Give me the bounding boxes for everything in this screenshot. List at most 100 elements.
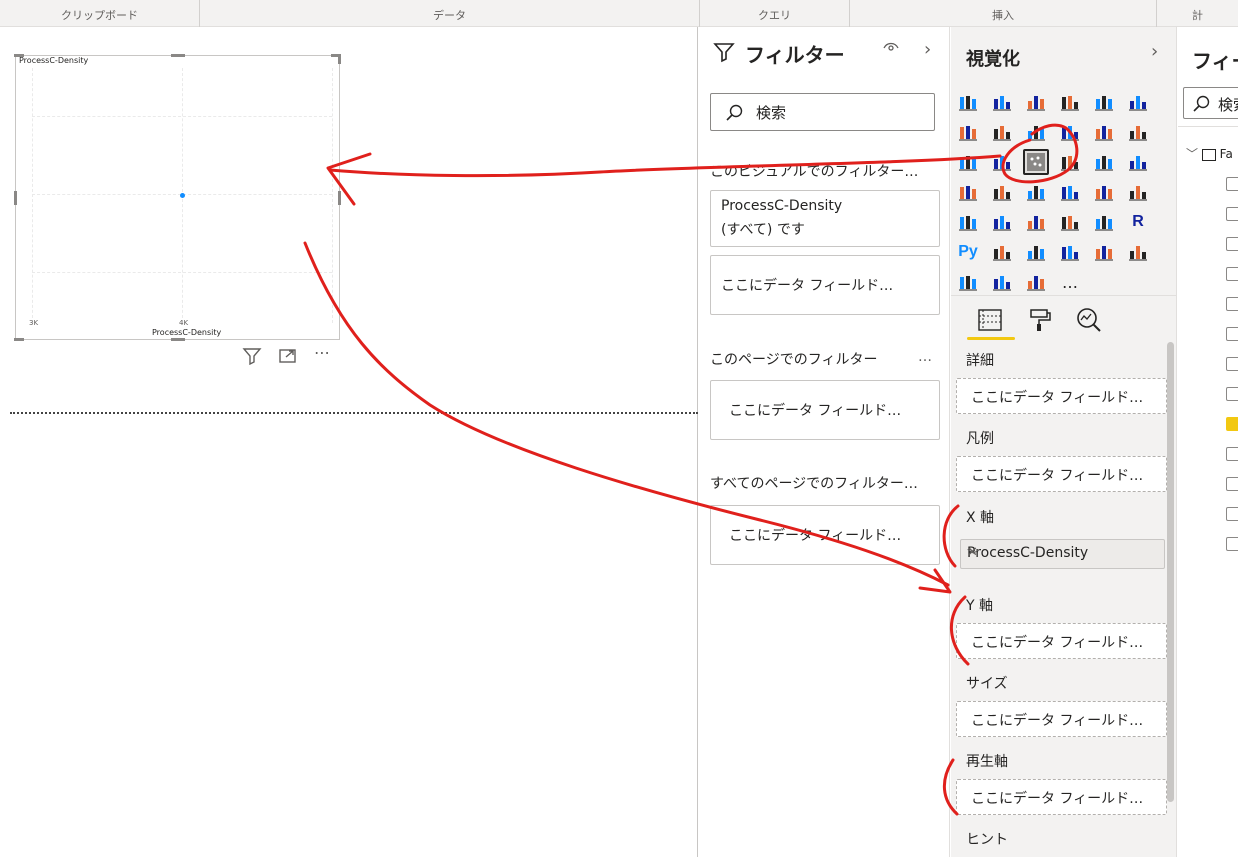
resize-handle-tl[interactable] <box>14 54 24 57</box>
ribbon-chart-icon[interactable] <box>1125 119 1151 145</box>
resize-handle-tr-v[interactable] <box>338 54 341 64</box>
field-checkbox[interactable] <box>1226 537 1238 551</box>
100-bar-icon[interactable] <box>1091 89 1117 115</box>
clustered-column-icon[interactable] <box>1057 89 1083 115</box>
well-legend[interactable]: ここにデータ フィールド… <box>956 456 1167 492</box>
area-chart-icon[interactable] <box>989 119 1015 145</box>
resize-handle-bl[interactable] <box>14 338 24 341</box>
field-checkbox[interactable] <box>1226 267 1238 281</box>
slicer-icon[interactable] <box>1023 209 1049 235</box>
decomposition-tree-icon[interactable] <box>1023 239 1049 265</box>
well-size[interactable]: ここにデータ フィールド… <box>956 701 1167 737</box>
field-checkbox-checked[interactable] <box>1226 417 1238 431</box>
resize-handle-top[interactable] <box>171 54 185 57</box>
filter-card-processc-density[interactable]: ProcessC-Density (すべて) です <box>710 190 940 247</box>
divider <box>951 295 1177 296</box>
map-icon[interactable] <box>955 179 981 205</box>
close-icon[interactable]: ✕ <box>967 545 1158 560</box>
key-influencers-icon[interactable] <box>989 239 1015 265</box>
eye-icon[interactable] <box>883 41 899 57</box>
power-apps-icon[interactable] <box>955 269 981 295</box>
multi-row-card-icon[interactable] <box>955 209 981 235</box>
field-checkbox[interactable] <box>1226 357 1238 371</box>
report-canvas[interactable]: ProcessC-Density 3K 4K ProcessC-Density <box>0 27 698 857</box>
funnel-icon[interactable] <box>989 149 1015 175</box>
kpi-icon[interactable] <box>989 209 1015 235</box>
filled-map-icon[interactable] <box>989 179 1015 205</box>
gridline <box>32 272 332 273</box>
resize-handle-left[interactable] <box>14 191 17 205</box>
more-icon[interactable]: … <box>1057 269 1083 295</box>
resize-handle-bottom[interactable] <box>171 338 185 341</box>
line-clustered-column-icon[interactable] <box>1091 119 1117 145</box>
smart-narrative-icon[interactable] <box>1125 239 1151 265</box>
get-more-visuals-icon[interactable] <box>1023 269 1049 295</box>
power-automate-icon[interactable] <box>989 269 1015 295</box>
scatter-chart-icon[interactable] <box>1023 149 1049 175</box>
100-column-icon[interactable] <box>1125 89 1151 115</box>
section-more-icon[interactable]: … <box>918 349 932 365</box>
field-checkbox[interactable] <box>1226 297 1238 311</box>
field-checkbox[interactable] <box>1226 387 1238 401</box>
paginated-report-icon[interactable] <box>1091 239 1117 265</box>
azure-map-icon[interactable] <box>1057 179 1083 205</box>
donut-chart-icon[interactable] <box>1091 149 1117 175</box>
filters-title: フィルター <box>745 43 845 67</box>
focus-mode-icon[interactable] <box>278 347 298 369</box>
data-point[interactable] <box>179 193 185 198</box>
field-checkbox[interactable] <box>1226 447 1238 461</box>
fields-tab-icon[interactable] <box>977 307 1003 337</box>
well-y-axis[interactable]: ここにデータ フィールド… <box>956 623 1167 659</box>
qa-icon[interactable] <box>1057 239 1083 265</box>
stacked-bar-icon[interactable] <box>955 89 981 115</box>
analytics-magnifier-icon[interactable] <box>1075 307 1103 337</box>
more-options-icon[interactable]: ⋯ <box>314 343 330 362</box>
python-visual-icon[interactable]: Py <box>955 239 981 265</box>
line-chart-icon[interactable] <box>955 119 981 145</box>
filter-search-input[interactable]: 検索 <box>710 93 935 131</box>
field-checkbox[interactable] <box>1226 237 1238 251</box>
stacked-area-icon[interactable] <box>1023 119 1049 145</box>
collapse-chevron-icon[interactable]: › <box>924 39 931 60</box>
drop-zone-placeholder: ここにデータ フィールド… <box>721 278 894 294</box>
format-paint-roller-icon[interactable] <box>1027 307 1053 337</box>
well-play-axis[interactable]: ここにデータ フィールド… <box>956 779 1167 815</box>
filter-card-field: ProcessC-Density <box>721 198 843 214</box>
well-details[interactable]: ここにデータ フィールド… <box>956 378 1167 414</box>
card-icon[interactable] <box>1125 179 1151 205</box>
drop-zone-page[interactable]: ここにデータ フィールド… <box>710 380 940 440</box>
well-x-axis[interactable]: ProcessC-Density ﹀ ✕ <box>960 539 1165 569</box>
field-checkbox[interactable] <box>1226 507 1238 521</box>
r-visual-icon[interactable]: R <box>1125 209 1151 235</box>
scrollbar[interactable] <box>1167 342 1174 802</box>
clustered-bar-icon[interactable] <box>1023 89 1049 115</box>
table-node[interactable]: ﹀ Fa <box>1186 145 1233 162</box>
ribbon-group-clipboard: クリップボード <box>0 0 200 27</box>
field-checkbox[interactable] <box>1226 477 1238 491</box>
filter-icon[interactable] <box>242 347 262 369</box>
drop-zone-visual[interactable]: ここにデータ フィールド… <box>710 255 940 315</box>
section-this-visual: このビジュアルでのフィルター… <box>710 164 919 180</box>
gauge-icon[interactable] <box>1091 179 1117 205</box>
field-checkbox[interactable] <box>1226 207 1238 221</box>
field-checkbox[interactable] <box>1226 327 1238 341</box>
drop-zone-all-pages[interactable]: ここにデータ フィールド… <box>710 505 940 565</box>
table-icon[interactable] <box>1057 209 1083 235</box>
filter-pane-icon <box>713 41 735 67</box>
waterfall-icon[interactable] <box>955 149 981 175</box>
fields-search-input[interactable]: 検索 <box>1183 87 1238 119</box>
line-column-icon[interactable] <box>1057 119 1083 145</box>
scatter-visual[interactable]: ProcessC-Density 3K 4K ProcessC-Density <box>14 54 341 341</box>
shape-map-icon[interactable] <box>1023 179 1049 205</box>
chevron-down-icon[interactable]: ﹀ <box>1186 147 1198 161</box>
treemap-icon[interactable] <box>1125 149 1151 175</box>
drop-zone-placeholder: ここにデータ フィールド… <box>729 528 902 544</box>
matrix-icon[interactable] <box>1091 209 1117 235</box>
resize-handle-right[interactable] <box>338 191 341 205</box>
collapse-chevron-icon[interactable]: › <box>1151 41 1158 62</box>
pie-chart-icon[interactable] <box>1057 149 1083 175</box>
field-checkbox[interactable] <box>1226 177 1238 191</box>
well-label-tooltips: ヒント <box>966 832 1008 848</box>
search-icon <box>725 104 743 126</box>
stacked-column-icon[interactable] <box>989 89 1015 115</box>
